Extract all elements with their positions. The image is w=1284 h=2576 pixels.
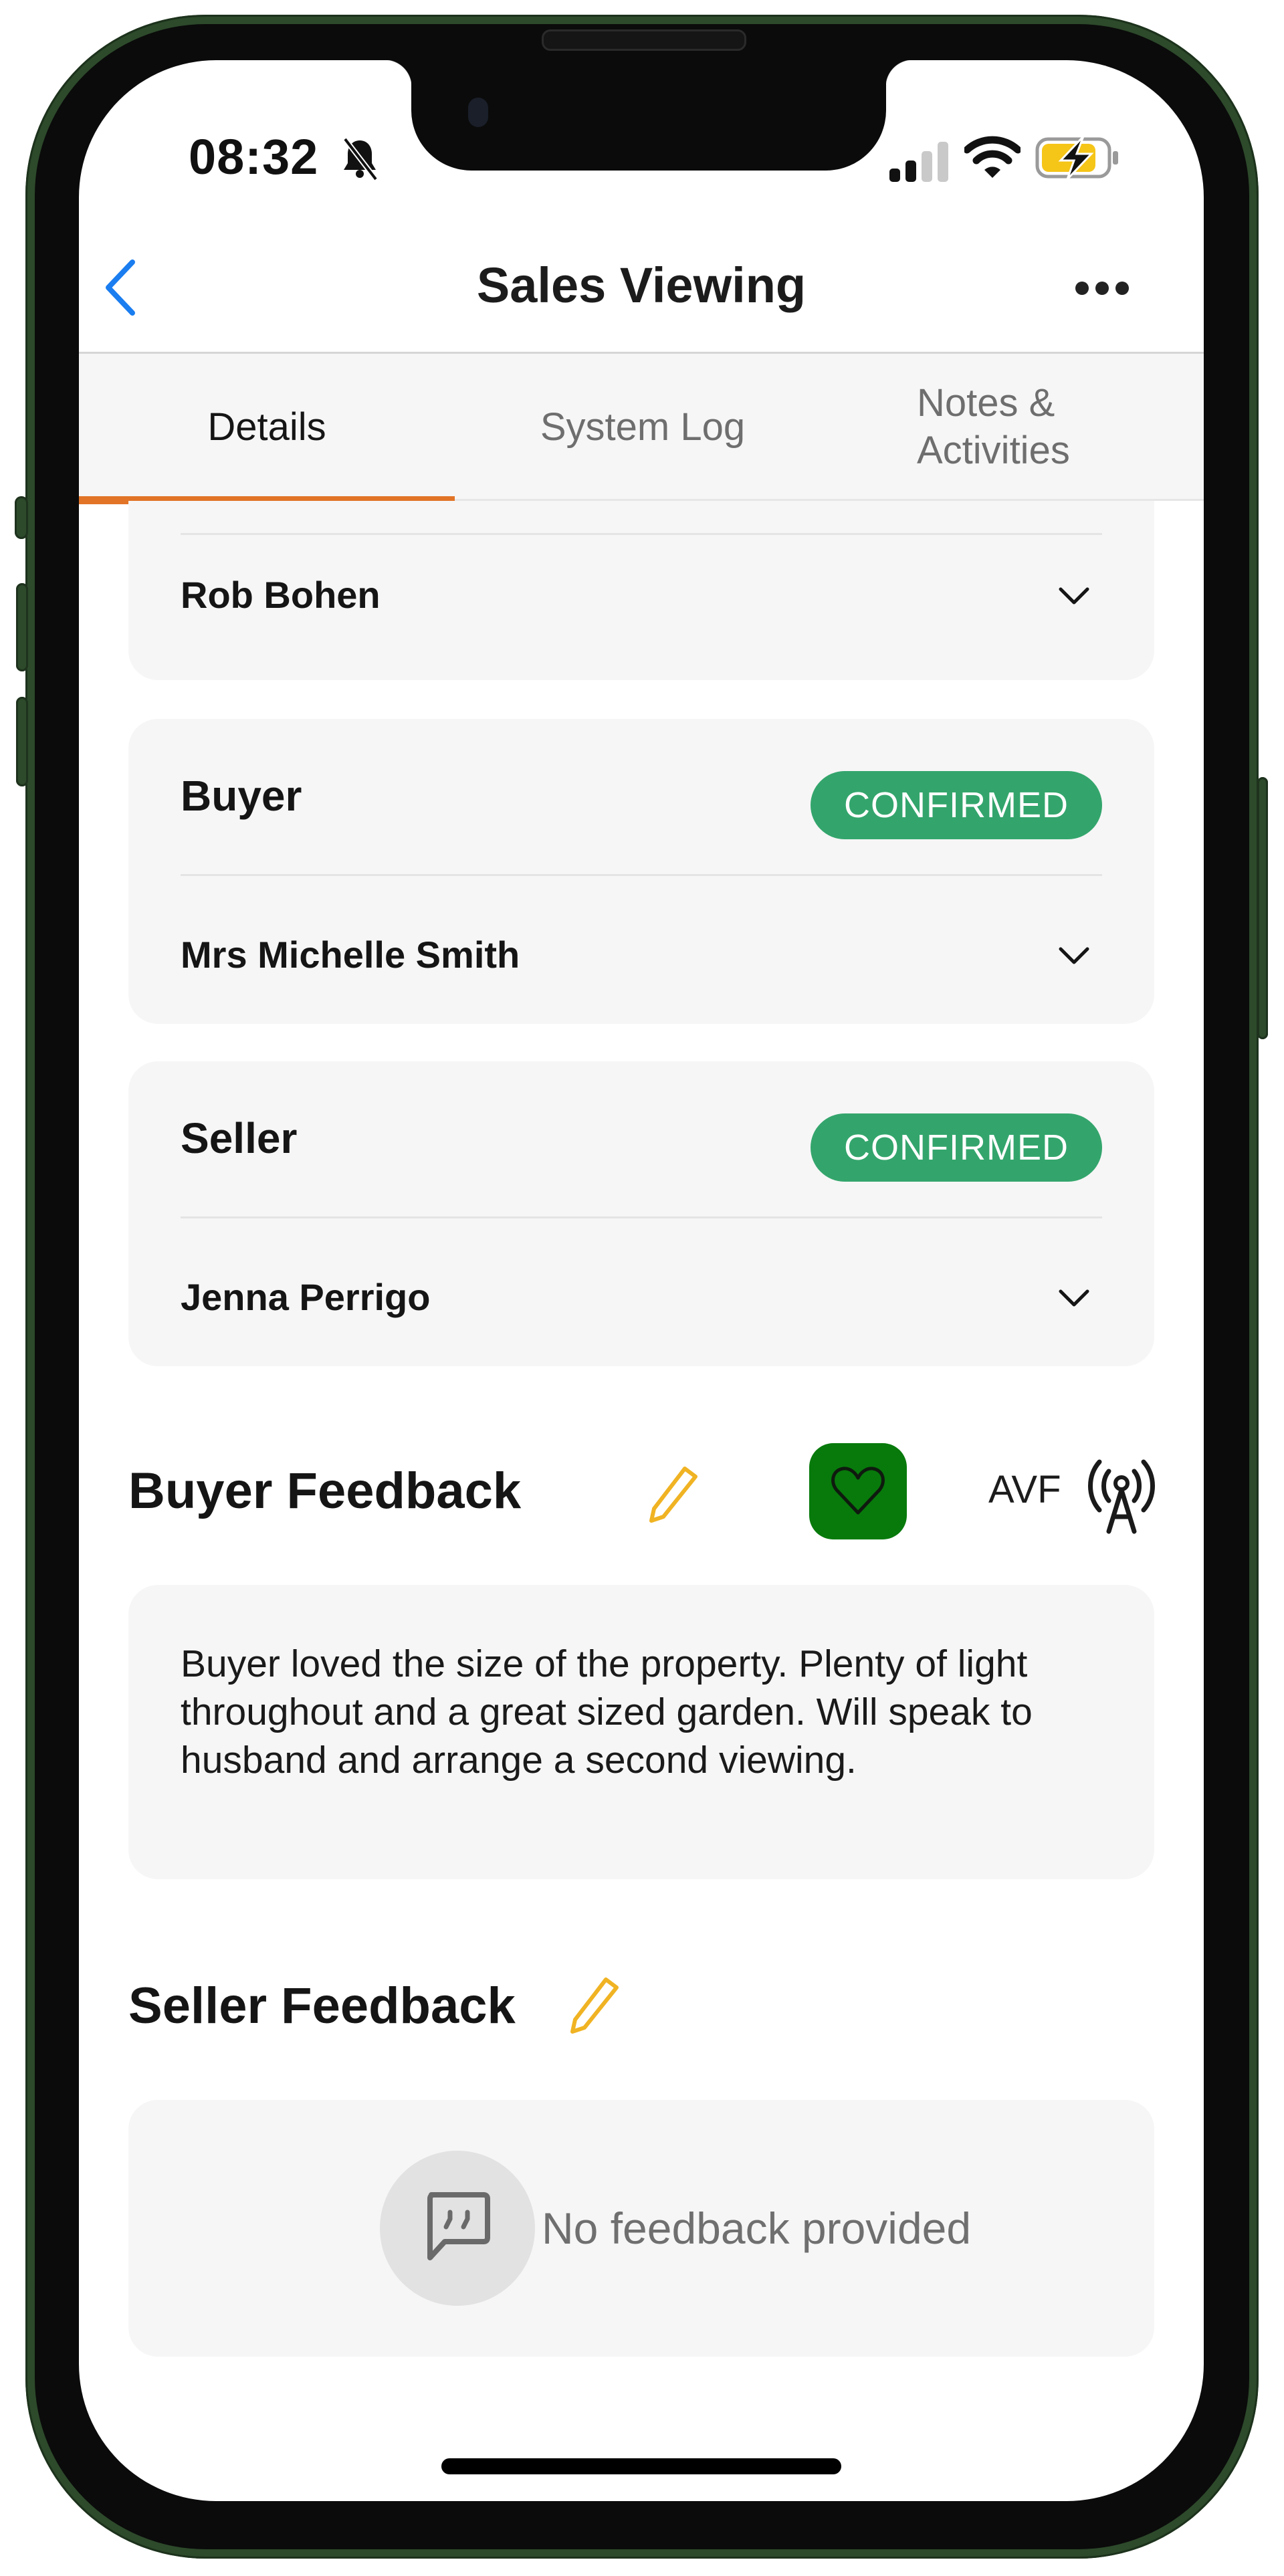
tab-system-log-label: System Log: [540, 405, 746, 449]
pencil-icon[interactable]: [564, 1974, 625, 2034]
buyer-feedback-text: Buyer loved the size of the property. Pl…: [181, 1642, 1033, 1782]
more-ellipsis-icon[interactable]: [1069, 278, 1136, 298]
phone-volume-down-button: [16, 697, 28, 786]
quote-bubble-icon: [427, 2192, 490, 2260]
tab-details-label: Details: [207, 405, 326, 449]
phone-speaker: [542, 29, 746, 51]
battery-charging-icon: [1035, 135, 1118, 181]
status-time: 08:32: [189, 129, 319, 185]
tab-notes-activities-label: Notes & Activities: [917, 381, 1070, 472]
antenna-icon[interactable]: [1085, 1455, 1158, 1534]
cellular-signal-icon: [889, 142, 948, 182]
phone-power-button: [1257, 777, 1268, 1039]
party-card-agent: Rob Bohen: [128, 501, 1154, 680]
phone-volume-up-button: [16, 583, 28, 671]
phone-screen: 08:32 Sales Viewing Details System Log N…: [79, 60, 1204, 2501]
card-divider: [181, 533, 1102, 535]
buyer-feedback-heading: Buyer Feedback: [128, 1463, 522, 1519]
buyer-feedback-card: Buyer loved the size of the property. Pl…: [128, 1585, 1154, 1879]
home-indicator[interactable]: [441, 2458, 841, 2474]
heart-icon: [831, 1467, 885, 1515]
card-divider: [181, 874, 1102, 876]
status-badge: CONFIRMED: [811, 771, 1102, 839]
wifi-icon: [964, 136, 1021, 178]
party-name: Jenna Perrigo: [181, 1276, 431, 1318]
seller-feedback-card: No feedback provided: [128, 2100, 1154, 2357]
avf-label: AVF: [988, 1468, 1061, 1511]
tab-details[interactable]: Details: [79, 354, 455, 501]
tab-notes-activities[interactable]: Notes & Activities: [831, 354, 1204, 501]
pencil-icon[interactable]: [643, 1463, 704, 1523]
empty-feedback-text: No feedback provided: [542, 2204, 972, 2253]
party-name: Mrs Michelle Smith: [181, 934, 520, 976]
bell-slash-icon: [342, 137, 379, 181]
card-heading: Seller: [181, 1114, 298, 1162]
card-heading: Buyer: [181, 772, 302, 820]
status-badge: CONFIRMED: [811, 1113, 1102, 1182]
party-name: Rob Bohen: [181, 574, 381, 616]
tab-bar: Details System Log Notes & Activities: [79, 354, 1204, 501]
front-camera: [468, 98, 488, 127]
page-title: Sales Viewing: [476, 257, 807, 313]
tab-system-log[interactable]: System Log: [455, 354, 831, 501]
reaction-heart-button[interactable]: [809, 1443, 907, 1539]
party-card-buyer: Buyer CONFIRMED Mrs Michelle Smith: [128, 719, 1154, 1024]
chevron-down-icon[interactable]: [1054, 942, 1094, 969]
party-card-seller: Seller CONFIRMED Jenna Perrigo: [128, 1061, 1154, 1366]
empty-state-circle: [380, 2151, 535, 2306]
phone-mute-switch: [15, 496, 28, 539]
chevron-down-icon[interactable]: [1054, 582, 1094, 609]
card-divider: [181, 1216, 1102, 1218]
chevron-down-icon[interactable]: [1054, 1285, 1094, 1311]
seller-feedback-heading: Seller Feedback: [128, 1977, 516, 2034]
